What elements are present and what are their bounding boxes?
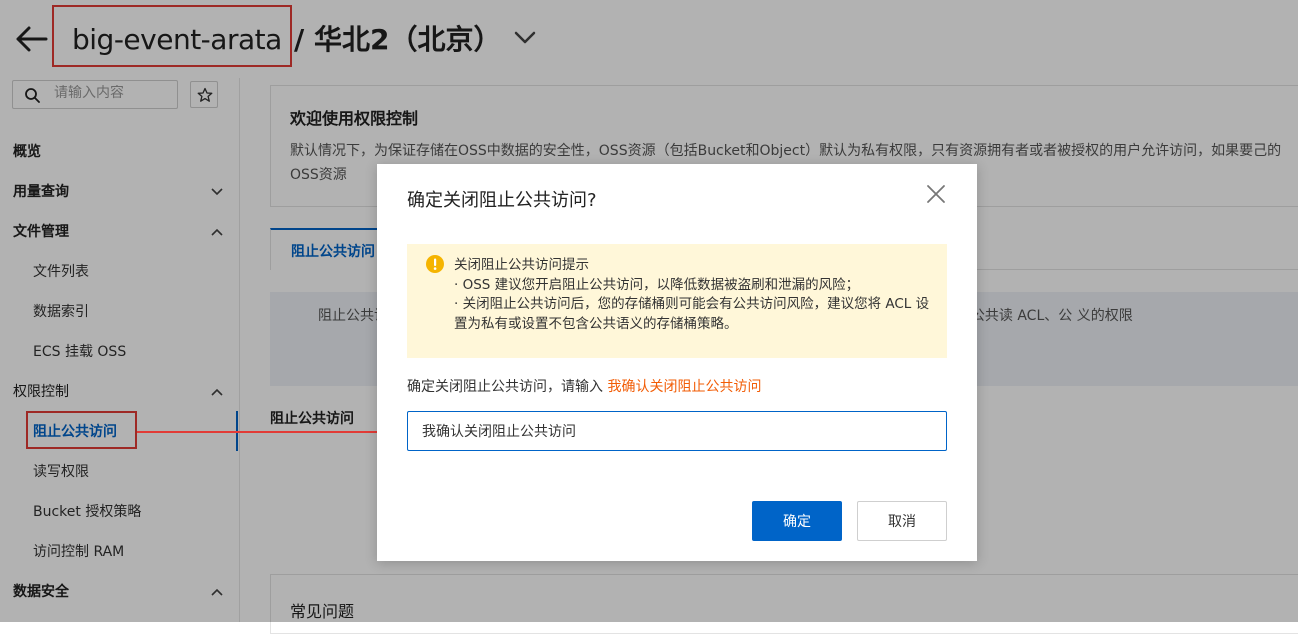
warning-icon (426, 255, 444, 273)
dialog-title: 确定关闭阻止公共访问? (407, 190, 597, 211)
confirm-input[interactable] (407, 411, 947, 451)
annotation-arrow-icon (137, 423, 405, 441)
confirm-prompt: 确定关闭阻止公共访问，请输入 我确认关闭阻止公共访问 (407, 376, 761, 396)
warning-text: 关闭阻止公共访问提示 · OSS 建议您开启阻止公共访问，以降低数据被盗刷和泄漏… (454, 256, 934, 334)
close-icon[interactable] (926, 184, 946, 204)
cancel-button[interactable]: 取消 (857, 501, 947, 541)
warning-line-2: · 关闭阻止公共访问后，您的存储桶则可能会有公共访问风险，建议您将 ACL 设置… (454, 296, 930, 332)
ok-button[interactable]: 确定 (752, 501, 842, 541)
prompt-text: 确定关闭阻止公共访问，请输入 (407, 379, 608, 395)
confirm-phrase: 我确认关闭阻止公共访问 (607, 379, 762, 395)
warning-line-1: · OSS 建议您开启阻止公共访问，以降低数据被盗刷和泄漏的风险； (454, 276, 860, 293)
warning-title: 关闭阻止公共访问提示 (454, 257, 589, 273)
